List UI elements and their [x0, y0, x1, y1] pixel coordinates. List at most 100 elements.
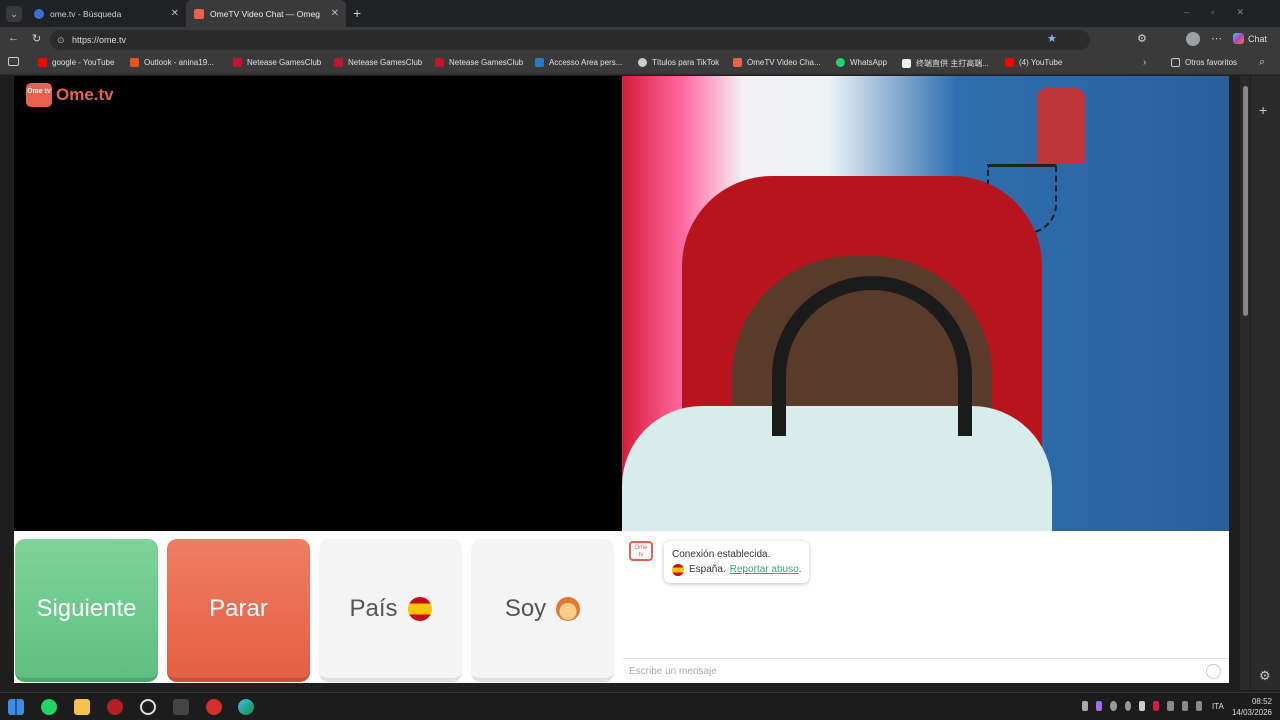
other-favorites-folder[interactable]: Otros favoritos [1171, 58, 1237, 67]
edge-browser-icon[interactable] [238, 699, 254, 715]
copilot-icon [1233, 33, 1244, 44]
bookmark-item[interactable]: google - YouTube [38, 58, 114, 67]
windows-start-icon[interactable] [8, 699, 24, 715]
country-button[interactable]: País [319, 539, 462, 682]
local-video: Ome tv Ome.tv [14, 76, 622, 531]
page-icon [902, 59, 911, 68]
bookmark-label: WhatsApp [850, 58, 887, 67]
chat-panel: Ome tv Conexión establecida. España. Repo… [622, 531, 1229, 683]
new-tab-button[interactable]: + [353, 5, 361, 21]
bookmark-item[interactable]: WhatsApp [836, 58, 887, 67]
whatsapp-icon [836, 58, 845, 67]
bookmark-item[interactable]: (4) YouTube [1005, 58, 1062, 67]
clock-time: 08:52 [1251, 697, 1272, 706]
ometv-favicon-icon [194, 8, 204, 19]
folder-label: Otros favoritos [1185, 58, 1238, 67]
bookmark-label: google - YouTube [52, 58, 115, 67]
area-icon [535, 58, 544, 67]
add-icon[interactable]: + [1259, 102, 1267, 118]
window-controls[interactable]: –▫✕ [1184, 7, 1266, 18]
remote-video [622, 76, 1229, 531]
ometv-avatar-icon: Ome tv [629, 541, 653, 561]
reload-icon[interactable]: ↻ [32, 32, 41, 45]
language-indicator[interactable]: ITA [1212, 702, 1224, 711]
scrollbar-thumb[interactable] [1243, 86, 1248, 316]
search-icon[interactable]: ⌕ [1259, 56, 1265, 69]
gender-button[interactable]: Soy [471, 539, 614, 682]
bookmark-item[interactable]: Accesso Area pers... [535, 58, 622, 67]
message-input[interactable]: Escribe un mensaje [622, 658, 1229, 683]
copilot-chat-button[interactable]: Chat [1233, 33, 1267, 44]
bookmark-item[interactable]: OmeTV Video Cha... [733, 58, 821, 67]
favorite-star-icon[interactable]: ★ [1047, 32, 1057, 45]
next-button[interactable]: Siguiente [15, 539, 158, 682]
close-icon[interactable]: ✕ [171, 8, 179, 19]
clock-date: 14/03/2026 [1231, 708, 1272, 717]
backboard-icon [1037, 88, 1085, 163]
app-mask-icon[interactable] [173, 699, 189, 715]
page-scrollbar[interactable] [1240, 76, 1250, 690]
back-icon[interactable]: ← [8, 32, 19, 44]
tab-strip: ⌄ ome.tv - Búsqueda ✕ OmeTV Video Chat —… [0, 0, 1280, 27]
woman-face-icon [556, 596, 581, 621]
bookmark-item[interactable]: Netease GamesClub [233, 58, 321, 67]
site-info-icon[interactable]: ⊙ [57, 30, 65, 50]
bookmark-label: OmeTV Video Cha... [747, 58, 821, 67]
netease-icon [334, 58, 343, 67]
bookmark-label: 终端直供 主打高端... [916, 59, 989, 68]
sidebar-toggle-icon[interactable] [8, 57, 19, 66]
app-red-icon[interactable] [107, 699, 123, 715]
bookmark-item[interactable]: Outlook - anina19... [130, 58, 214, 67]
spain-flag-icon [672, 563, 684, 576]
settings-gear-icon[interactable]: ⚙ [1259, 668, 1271, 684]
more-menu-icon[interactable]: ⋯ [1211, 32, 1222, 45]
stop-button[interactable]: Parar [167, 539, 310, 682]
tab-list-button[interactable]: ⌄ [6, 6, 22, 22]
file-explorer-icon[interactable] [74, 699, 90, 715]
search-icon [34, 8, 44, 19]
ometv-icon [733, 58, 742, 67]
bookmark-label: Netease GamesClub [247, 58, 322, 67]
ometv-logo[interactable]: Ome tv Ome.tv [26, 83, 114, 107]
clock[interactable]: 08:52 14/03/2026 [1232, 696, 1272, 718]
close-icon[interactable]: ✕ [331, 8, 339, 19]
bookmark-item[interactable]: Netease GamesClub [334, 58, 422, 67]
report-suffix: . [798, 564, 802, 575]
youtube-icon [38, 58, 47, 67]
whatsapp-icon[interactable] [41, 699, 57, 715]
bookmark-label: Accesso Area pers... [549, 58, 623, 67]
next-label: Siguiente [36, 594, 137, 622]
tab-search[interactable]: ome.tv - Búsqueda ✕ [26, 0, 186, 27]
chevron-right-icon[interactable]: › [1143, 57, 1146, 68]
extensions-icon[interactable]: ⚙ [1137, 32, 1147, 45]
gender-label: Soy [504, 594, 547, 622]
stop-label: Parar [209, 594, 268, 622]
bookmark-label: Outlook - anina19... [144, 58, 214, 67]
bookmark-item[interactable]: Títulos para TikTok [638, 58, 719, 67]
message-placeholder: Escribe un mensaje [629, 666, 717, 677]
app-recorder-icon[interactable] [206, 699, 222, 715]
tab-label: OmeTV Video Chat — Omegl [210, 8, 320, 19]
logo-badge: Ome tv [26, 83, 52, 107]
youtube-icon [1005, 58, 1014, 67]
bookmark-item[interactable]: 终端直供 主打高端... [902, 58, 989, 69]
spain-flag-icon [407, 596, 432, 621]
edge-sidebar: + ⚙ [1251, 76, 1280, 690]
tab-ometv[interactable]: OmeTV Video Chat — Omegl ✕ [186, 0, 346, 27]
partner-country: España. [689, 564, 726, 575]
bookmarks-bar: google - YouTube Outlook - anina19... Ne… [0, 53, 1280, 75]
netease-icon [435, 58, 444, 67]
app-ring-icon[interactable] [140, 699, 156, 715]
system-tray[interactable] [1082, 701, 1202, 713]
profile-avatar[interactable] [1186, 32, 1200, 46]
bookmark-label: Netease GamesClub [449, 58, 524, 67]
report-abuse-link[interactable]: Reportar abuso [730, 562, 799, 577]
address-bar[interactable]: ⊙ https://ome.tv [50, 30, 1090, 50]
bookmark-label: Títulos para TikTok [652, 58, 720, 67]
chat-label: Chat [1248, 33, 1268, 44]
outlook-icon [130, 58, 139, 67]
connection-status: Conexión establecida. [672, 549, 771, 560]
bookmark-item[interactable]: Netease GamesClub [435, 58, 523, 67]
bookmark-label: Netease GamesClub [348, 58, 423, 67]
emoji-icon[interactable] [1206, 664, 1221, 679]
